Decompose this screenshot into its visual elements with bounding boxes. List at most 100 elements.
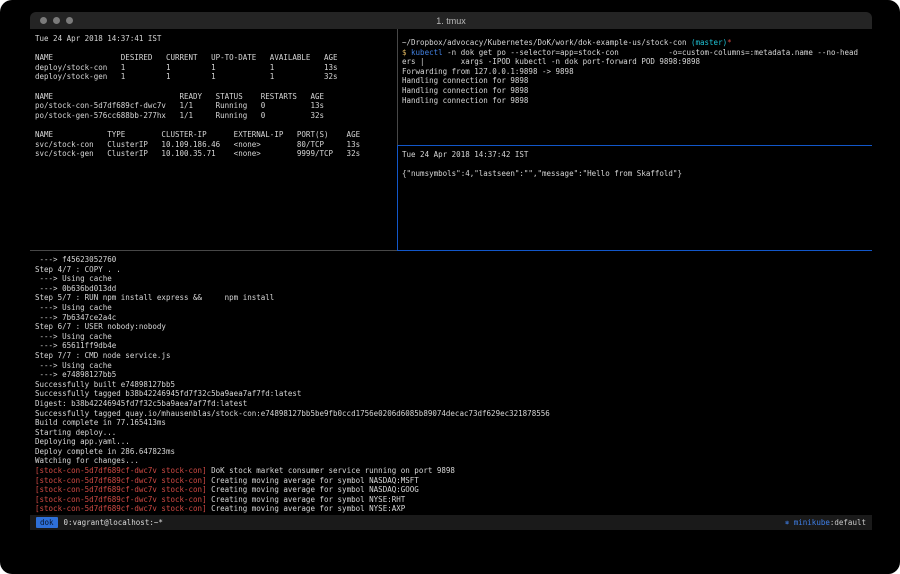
terminal-line: ---> e74898127bb5	[35, 370, 869, 380]
terminal-line: svc/stock-gen ClusterIP 10.100.35.71 <no…	[35, 149, 393, 159]
terminal-line: deploy/stock-gen 1 1 1 1 32s	[35, 72, 393, 82]
terminal-line: [stock-con-5d7df689cf-dwc7v stock-con] C…	[35, 485, 869, 495]
terminal-line: ---> 65611ff9db4e	[35, 341, 869, 351]
terminal-line: Successfully built e74898127bb5	[35, 380, 869, 390]
terminal-line: Step 7/7 : CMD node service.js	[35, 351, 869, 361]
terminal-text-segment: Tue 24 Apr 2018 14:37:42 IST	[402, 150, 528, 159]
terminal-text-segment: deploy/stock-con 1 1 1 1 13s	[35, 63, 338, 72]
terminal-screen: Tue 24 Apr 2018 14:37:41 ISTNAME DESIRED…	[30, 29, 872, 515]
tmux-session-badge[interactable]: dok	[36, 517, 58, 528]
terminal-text-segment: {"numsymbols":4,"lastseen":"","message":…	[402, 169, 682, 178]
terminal-line: Successfully tagged quay.io/mhausenblas/…	[35, 409, 869, 419]
terminal-line	[35, 44, 393, 54]
terminal-text-segment: Watching for changes...	[35, 456, 139, 465]
terminal-line: Forwarding from 127.0.0.1:9898 -> 9898	[402, 67, 870, 77]
window-title: 1. tmux	[30, 16, 872, 26]
pane-service-response-active[interactable]: Tue 24 Apr 2018 14:37:42 IST {"numsymbols…	[402, 150, 870, 249]
terminal-line: Build complete in 77.165413ms	[35, 418, 869, 428]
terminal-text-segment: Step 5/7 : RUN npm install express && np…	[35, 293, 274, 302]
terminal-line: [stock-con-5d7df689cf-dwc7v stock-con] C…	[35, 476, 869, 486]
terminal-text-segment: Step 4/7 : COPY . .	[35, 265, 121, 274]
pane-border-vertical-active	[397, 146, 398, 251]
terminal-window: 1. tmux Tue 24 Apr 2018 14:37:41 ISTNAME…	[30, 12, 872, 530]
minimize-button[interactable]	[53, 17, 60, 24]
terminal-text-segment: deploy/stock-gen 1 1 1 1 32s	[35, 72, 338, 81]
kube-context-indicator: ⎈ minikube:default	[785, 518, 866, 527]
kube-context-name: minikube	[794, 518, 830, 527]
terminal-text-segment: (master)	[691, 38, 727, 47]
terminal-text-segment: Creating moving average for symbol NASDA…	[207, 485, 419, 494]
terminal-text-segment: DoK stock market consumer service runnin…	[207, 466, 455, 475]
helm-wheel-icon: ⎈	[785, 518, 794, 527]
terminal-text-segment: Handling connection for 9898	[402, 96, 528, 105]
terminal-line: Handling connection for 9898	[402, 76, 870, 86]
terminal-text-segment: NAME READY STATUS RESTARTS AGE	[35, 92, 324, 101]
terminal-line: NAME READY STATUS RESTARTS AGE	[35, 92, 393, 102]
terminal-text-segment: ---> Using cache	[35, 274, 112, 283]
terminal-text-segment: ---> Using cache	[35, 303, 112, 312]
terminal-line: ---> 0b636bd013dd	[35, 284, 869, 294]
terminal-line: Watching for changes...	[35, 456, 869, 466]
pane-port-forward[interactable]: ~/Dropbox/advocacy/Kubernetes/DoK/work/d…	[402, 38, 870, 144]
pane-skaffold-build-log[interactable]: ---> f45623052760Step 4/7 : COPY . . ---…	[35, 255, 869, 515]
terminal-text-segment: Successfully tagged b38b42246945fd7f32c5…	[35, 389, 301, 398]
terminal-text-segment: po/stock-con-5d7df689cf-dwc7v 1/1 Runnin…	[35, 101, 324, 110]
terminal-line: Successfully tagged b38b42246945fd7f32c5…	[35, 389, 869, 399]
terminal-line: Handling connection for 9898	[402, 96, 870, 106]
terminal-line	[35, 120, 393, 130]
terminal-text-segment: Forwarding from 127.0.0.1:9898 -> 9898	[402, 67, 574, 76]
terminal-text-segment: Deploy complete in 286.647823ms	[35, 447, 175, 456]
terminal-line: ---> Using cache	[35, 361, 869, 371]
pane-border-horizontal-active	[397, 250, 872, 251]
terminal-text-segment: ---> e74898127bb5	[35, 370, 116, 379]
terminal-line: [stock-con-5d7df689cf-dwc7v stock-con] C…	[35, 495, 869, 505]
terminal-text-segment: Handling connection for 9898	[402, 86, 528, 95]
terminal-line: ---> Using cache	[35, 274, 869, 284]
tmux-window-item[interactable]: 0:vagrant@localhost:~*	[64, 518, 163, 527]
terminal-line: Starting deploy...	[35, 428, 869, 438]
terminal-text-segment: Build complete in 77.165413ms	[35, 418, 166, 427]
terminal-text-segment: Tue 24 Apr 2018 14:37:41 IST	[35, 34, 161, 43]
terminal-line: ---> f45623052760	[35, 255, 869, 265]
terminal-line: Deploy complete in 286.647823ms	[35, 447, 869, 457]
close-button[interactable]	[40, 17, 47, 24]
terminal-text-segment: [stock-con-5d7df689cf-dwc7v stock-con]	[35, 495, 207, 504]
terminal-text-segment: Starting deploy...	[35, 428, 116, 437]
terminal-text-segment: Creating moving average for symbol NASDA…	[207, 476, 419, 485]
terminal-text-segment: [stock-con-5d7df689cf-dwc7v stock-con]	[35, 504, 207, 513]
terminal-line: ~/Dropbox/advocacy/Kubernetes/DoK/work/d…	[402, 38, 870, 48]
terminal-line: NAME TYPE CLUSTER-IP EXTERNAL-IP PORT(S)…	[35, 130, 393, 140]
terminal-text-segment: ---> Using cache	[35, 361, 112, 370]
terminal-text-segment: Deploying app.yaml...	[35, 437, 130, 446]
kube-namespace: :default	[830, 518, 866, 527]
terminal-text-segment: ~/Dropbox/advocacy/Kubernetes/DoK/work/d…	[402, 38, 691, 47]
pane-kubectl-watch[interactable]: Tue 24 Apr 2018 14:37:41 ISTNAME DESIRED…	[35, 34, 393, 248]
terminal-line: Step 5/7 : RUN npm install express && np…	[35, 293, 869, 303]
terminal-line: [stock-con-5d7df689cf-dwc7v stock-con] C…	[35, 504, 869, 514]
terminal-text-segment: Digest: b38b42246945fd7f32c5ba9aea7af7fd…	[35, 399, 247, 408]
terminal-line: Tue 24 Apr 2018 14:37:41 IST	[35, 34, 393, 44]
terminal-text-segment: [stock-con-5d7df689cf-dwc7v stock-con]	[35, 466, 207, 475]
terminal-line: ---> Using cache	[35, 303, 869, 313]
terminal-line: Handling connection for 9898	[402, 86, 870, 96]
terminal-line: Tue 24 Apr 2018 14:37:42 IST	[402, 150, 870, 160]
zoom-button[interactable]	[66, 17, 73, 24]
terminal-text-segment: ers | xargs -IPOD kubectl -n dok port-fo…	[402, 57, 700, 66]
terminal-text-segment: ---> Using cache	[35, 332, 112, 341]
terminal-line: deploy/stock-con 1 1 1 1 13s	[35, 63, 393, 73]
terminal-text-segment: Creating moving average for symbol NYSE:…	[207, 504, 406, 513]
pane-border-right-split-active	[397, 145, 872, 146]
terminal-text-segment: Creating moving average for symbol NYSE:…	[207, 495, 406, 504]
terminal-text-segment: svc/stock-con ClusterIP 10.109.186.46 <n…	[35, 140, 360, 149]
terminal-line: {"numsymbols":4,"lastseen":"","message":…	[402, 169, 870, 179]
terminal-text-segment: ---> 7b6347ce2a4c	[35, 313, 116, 322]
tmux-status-bar: dok 0:vagrant@localhost:~* ⎈ minikube:de…	[30, 515, 872, 530]
pane-border-vertical-inactive	[397, 29, 398, 146]
terminal-text-segment: -n dok get po --selector=app=stock-con -…	[443, 48, 858, 57]
terminal-line: Deploying app.yaml...	[35, 437, 869, 447]
pane-border-horizontal-inactive	[30, 250, 397, 251]
window-titlebar[interactable]: 1. tmux	[30, 12, 872, 29]
terminal-line: [stock-con-5d7df689cf-dwc7v stock-con] D…	[35, 466, 869, 476]
terminal-line: $ kubectl -n dok get po --selector=app=s…	[402, 48, 870, 58]
terminal-text-segment: kubectl	[411, 48, 443, 57]
